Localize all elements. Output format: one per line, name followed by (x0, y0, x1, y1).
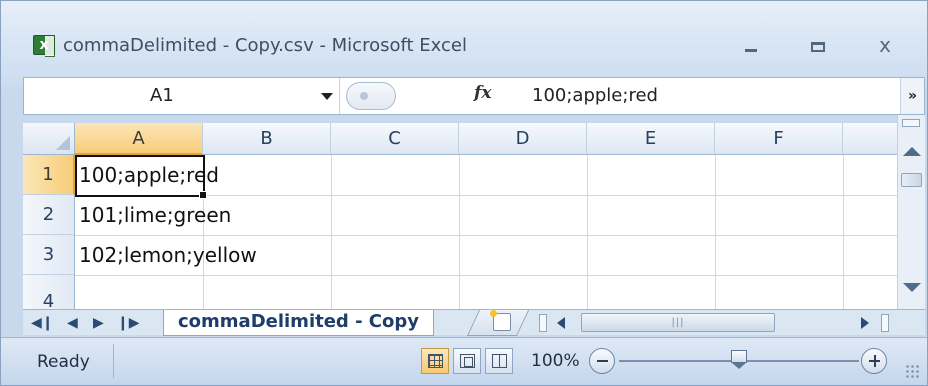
maximize-icon (811, 42, 825, 52)
gridline (75, 275, 897, 276)
zoom-slider-thumb[interactable] (731, 350, 747, 370)
window-title: commaDelimited - Copy.csv - Microsoft Ex… (63, 35, 467, 56)
page-break-preview-button[interactable] (485, 348, 513, 374)
worksheet-grid[interactable]: A B C D E F 1 2 3 4 100;apple;red 101;li… (23, 123, 897, 309)
scroll-down-icon[interactable] (903, 283, 921, 292)
excel-icon[interactable]: x (33, 35, 55, 57)
page-break-icon (492, 354, 507, 368)
normal-view-button[interactable] (421, 348, 449, 374)
chevron-down-icon[interactable] (321, 93, 333, 100)
formula-cancel-button[interactable] (346, 82, 396, 110)
maximize-button[interactable] (796, 31, 840, 59)
insert-function-button[interactable]: fx (474, 83, 491, 103)
tab-split-handle[interactable] (539, 314, 547, 332)
gridline (843, 155, 844, 309)
page-layout-icon (460, 354, 475, 368)
column-header-a[interactable]: A (75, 123, 203, 155)
gridline (715, 155, 716, 309)
horizontal-scrollbar[interactable]: ||| (551, 310, 925, 336)
insert-sheet-icon[interactable] (490, 310, 511, 331)
vertical-scrollbar[interactable] (897, 115, 925, 309)
scroll-right-icon[interactable] (861, 317, 869, 329)
column-header-f[interactable]: F (715, 123, 843, 155)
scroll-up-icon[interactable] (903, 147, 921, 156)
horizontal-split-handle[interactable] (881, 314, 889, 332)
row-header-4[interactable]: 4 (23, 275, 75, 309)
expand-formula-bar-button[interactable]: » (900, 78, 924, 114)
formula-bar: A1 fx 100;apple;red » (23, 77, 925, 115)
row-header-3[interactable]: 3 (23, 235, 75, 275)
zoom-out-button[interactable] (589, 348, 615, 374)
sheet-tab-bar: ◀❙ ◀ ▶ ❙▶ commaDelimited - Copy ||| (23, 309, 925, 336)
resize-grip-icon[interactable] (905, 364, 919, 378)
status-bar: Ready 100% (1, 337, 927, 385)
column-header-e[interactable]: E (587, 123, 715, 155)
minimize-button[interactable] (729, 31, 773, 59)
split-box[interactable] (902, 119, 920, 127)
close-icon: x (879, 33, 891, 57)
last-sheet-icon[interactable]: ❙▶ (117, 313, 140, 333)
divider (113, 344, 114, 378)
row-header-1[interactable]: 1 (23, 155, 75, 195)
fill-handle[interactable] (199, 191, 207, 199)
zoom-level[interactable]: 100% (531, 351, 580, 371)
page-layout-view-button[interactable] (453, 348, 481, 374)
next-sheet-icon[interactable]: ▶ (93, 313, 104, 333)
title-bar: x commaDelimited - Copy.csv - Microsoft … (1, 1, 927, 89)
zoom-in-button[interactable] (861, 348, 887, 374)
gridline (459, 155, 460, 309)
column-header-b[interactable]: B (203, 123, 331, 155)
vertical-scroll-thumb[interactable] (901, 173, 922, 187)
sheet-tab-active[interactable]: commaDelimited - Copy (163, 310, 435, 336)
cell-a2[interactable]: 101;lime;green (79, 195, 231, 235)
minimize-icon (745, 49, 757, 52)
first-sheet-icon[interactable]: ◀❙ (31, 313, 54, 333)
cell-a3[interactable]: 102;lemon;yellow (79, 235, 257, 275)
gridline (587, 155, 588, 309)
row-header-2[interactable]: 2 (23, 195, 75, 235)
excel-window: x commaDelimited - Copy.csv - Microsoft … (0, 0, 928, 386)
name-box[interactable]: A1 (24, 78, 340, 114)
formula-input[interactable]: 100;apple;red (532, 85, 658, 106)
column-header-g[interactable] (843, 123, 897, 155)
active-cell-border (75, 155, 205, 197)
gridline (331, 155, 332, 309)
column-header-d[interactable]: D (459, 123, 587, 155)
close-button[interactable]: x (863, 31, 907, 59)
normal-view-icon (428, 354, 443, 368)
name-box-value: A1 (150, 85, 174, 106)
horizontal-scroll-thumb[interactable]: ||| (581, 313, 775, 332)
select-all-button[interactable] (23, 123, 75, 155)
status-text: Ready (37, 352, 90, 372)
previous-sheet-icon[interactable]: ◀ (67, 313, 78, 333)
scroll-left-icon[interactable] (557, 317, 565, 329)
column-header-c[interactable]: C (331, 123, 459, 155)
